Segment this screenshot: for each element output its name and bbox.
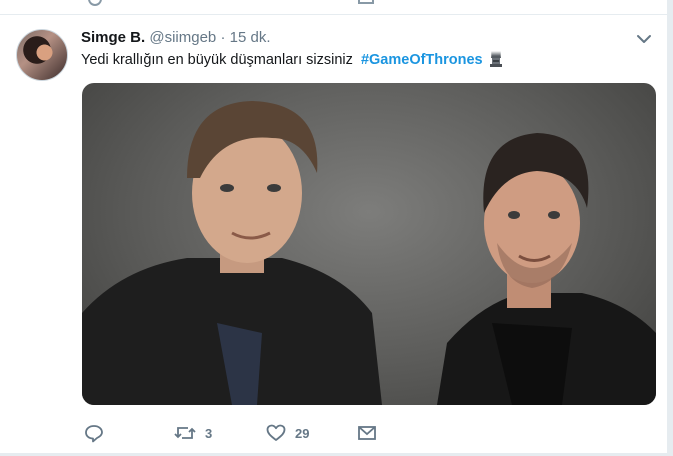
tweet-body: Yedi krallığın en büyük düşmanları sizsi… [81, 52, 353, 68]
envelope-icon[interactable] [357, 423, 377, 443]
chevron-down-icon[interactable] [635, 32, 653, 46]
reply-icon[interactable] [88, 0, 102, 6]
reply-icon[interactable] [84, 423, 104, 443]
like-button[interactable]: 29 [266, 423, 309, 443]
timeline-feed: Simge B. @siimgeb · 15 dk. Yedi krallığı… [0, 0, 667, 456]
direct-message-button[interactable] [357, 423, 377, 443]
reply-button[interactable] [84, 423, 113, 443]
tweet-text: Yedi krallığın en büyük düşmanları sizsi… [81, 51, 503, 71]
user-handle[interactable]: @siimgeb [149, 29, 216, 46]
envelope-icon[interactable] [358, 0, 374, 4]
previous-tweet-actions [88, 0, 388, 6]
tweet-actions: 3 29 [84, 423, 404, 443]
avatar[interactable] [16, 29, 68, 81]
scrollbar-gutter [667, 0, 673, 456]
hashtag-link[interactable]: #GameOfThrones [361, 52, 483, 68]
throne-emoji-icon [489, 51, 503, 71]
tweet[interactable]: Simge B. @siimgeb · 15 dk. Yedi krallığı… [0, 15, 667, 453]
heart-icon[interactable] [266, 423, 286, 443]
display-name[interactable]: Simge B. [81, 29, 145, 46]
timestamp[interactable]: 15 dk. [230, 29, 271, 46]
retweet-icon[interactable] [174, 423, 196, 443]
tweet-photo[interactable] [82, 83, 656, 405]
separator: · [220, 29, 226, 46]
tweet-header: Simge B. @siimgeb · 15 dk. [81, 29, 271, 49]
like-count: 29 [295, 425, 310, 441]
retweet-button[interactable]: 3 [174, 423, 212, 443]
retweet-count: 3 [205, 425, 213, 441]
